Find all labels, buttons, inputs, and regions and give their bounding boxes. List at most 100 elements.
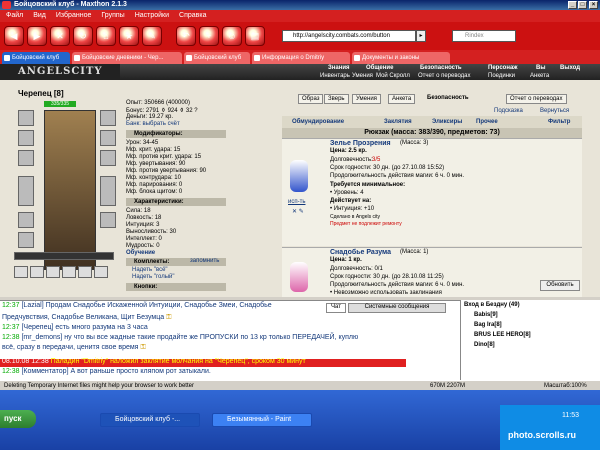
- inv-tab-filter[interactable]: Фильтр: [548, 119, 570, 125]
- char-wisdom: Мудрость: 0: [126, 243, 160, 249]
- menu-groups[interactable]: Группы: [101, 10, 124, 22]
- tab-laws[interactable]: Документы и законы: [352, 52, 450, 64]
- inv-tab-spells[interactable]: Заклятия: [384, 119, 412, 125]
- buttons-header[interactable]: Кнопки:: [126, 283, 226, 291]
- nav-scroll[interactable]: Мой Скролл: [376, 73, 410, 79]
- inv-tab-other[interactable]: Прочее: [476, 119, 498, 125]
- action-skills[interactable]: Умения: [352, 94, 381, 104]
- potion-icon: [290, 160, 308, 192]
- nav-chat[interactable]: Общение: [366, 65, 393, 71]
- page-icon[interactable]: ▤: [245, 26, 265, 46]
- nav-profile[interactable]: Анкета: [530, 73, 549, 79]
- action-profile[interactable]: Анкета: [388, 94, 416, 104]
- item-actions-icon[interactable]: ✕ ✎: [292, 208, 304, 215]
- new-tab-icon[interactable]: +: [199, 26, 219, 46]
- helmet-slot[interactable]: [18, 110, 34, 126]
- tab-combats-2[interactable]: Бойцовский клуб: [184, 52, 250, 64]
- quick-slot-5[interactable]: [78, 266, 92, 278]
- refresh-icon[interactable]: ↻: [73, 26, 93, 46]
- action-security[interactable]: Безопасность: [424, 94, 472, 104]
- inv-tab-elixirs[interactable]: Эликсиры: [432, 119, 462, 125]
- nav-fights[interactable]: Поединки: [488, 73, 515, 79]
- favorites-icon[interactable]: ★: [119, 26, 139, 46]
- mod-antidodge: Мф. против увертывания: 90: [126, 168, 207, 174]
- nav-you[interactable]: Вы: [536, 65, 545, 71]
- nav-transfers[interactable]: Отчет о переводах: [418, 73, 471, 79]
- nav-character[interactable]: Персонаж: [488, 65, 518, 71]
- nav-exit[interactable]: Выход: [560, 65, 580, 71]
- undo-icon[interactable]: ↶: [176, 26, 196, 46]
- nav-knowledge[interactable]: Знания: [328, 65, 350, 71]
- menu-file[interactable]: Файл: [6, 10, 23, 22]
- modifiers-header[interactable]: Модификаторы:: [126, 130, 226, 138]
- menu-help[interactable]: Справка: [179, 10, 206, 22]
- address-input[interactable]: http://angelscity.combats.com/button: [282, 30, 416, 42]
- quick-slot-2[interactable]: [30, 266, 44, 278]
- user-list-item[interactable]: Dino[8]: [474, 342, 495, 348]
- quick-slot-1[interactable]: [14, 266, 28, 278]
- home-icon[interactable]: ⌂: [96, 26, 116, 46]
- potion-icon: [290, 262, 308, 292]
- stat-money: Деньги: 19.27 кр.: [126, 114, 174, 120]
- stop-icon[interactable]: ✕: [50, 26, 70, 46]
- task-paint[interactable]: Безымянный - Paint: [212, 413, 312, 427]
- item-name[interactable]: Зелье Прозрения: [330, 140, 391, 147]
- menu-settings[interactable]: Настройки: [135, 10, 169, 22]
- gloves-slot[interactable]: [100, 130, 116, 146]
- refresh-button[interactable]: Обновить: [540, 280, 580, 291]
- inv-tab-equipment[interactable]: Обмундирование: [292, 119, 344, 125]
- earring-slot[interactable]: [100, 110, 116, 126]
- belt-slot[interactable]: [18, 212, 34, 228]
- tab-combats-1[interactable]: Бойцовский клуб: [2, 52, 70, 64]
- nav-inventory[interactable]: Инвентарь: [320, 73, 350, 79]
- tab-label: Бойцовские дневники - Чер...: [82, 55, 164, 61]
- chat-tab-chat[interactable]: Чат: [326, 303, 346, 313]
- return-button[interactable]: Вернуться: [540, 108, 569, 114]
- back-icon[interactable]: ◀: [4, 26, 24, 46]
- armor-slot[interactable]: [18, 176, 34, 206]
- forward-icon[interactable]: ▶: [27, 26, 47, 46]
- action-transfers[interactable]: Отчет о переводах: [506, 94, 567, 104]
- kits-remember-link[interactable]: запомнить: [190, 258, 219, 264]
- start-button[interactable]: пуск: [0, 410, 36, 428]
- action-image[interactable]: Образ: [298, 94, 324, 104]
- close-button[interactable]: ×: [589, 1, 598, 9]
- boots-slot[interactable]: [100, 212, 116, 228]
- user-list-item[interactable]: Bag Ira[8]: [474, 322, 502, 328]
- menu-view[interactable]: Вид: [33, 10, 46, 22]
- key-icon: ⚿: [166, 314, 172, 321]
- stat-bank[interactable]: Банк: выбрать счёт: [126, 121, 180, 127]
- kit-wear-none[interactable]: Надеть "голый": [132, 274, 175, 280]
- chat-tab-system[interactable]: Системные сообщения: [348, 303, 446, 313]
- ghost-icon[interactable]: ☺: [222, 26, 242, 46]
- kit-wear-all[interactable]: Надеть "всё": [132, 267, 168, 273]
- weapon-slot[interactable]: [18, 150, 34, 166]
- quick-slot-6[interactable]: [94, 266, 108, 278]
- search-input[interactable]: Rindex: [452, 30, 516, 42]
- menu-favorites[interactable]: Избранное: [56, 10, 91, 22]
- legs-slot[interactable]: [100, 176, 116, 206]
- minimize-button[interactable]: _: [568, 1, 577, 9]
- nav-security[interactable]: Безопасность: [420, 65, 462, 71]
- bracer-slot[interactable]: [18, 232, 34, 248]
- item-name[interactable]: Снадобье Разума: [330, 249, 391, 256]
- quick-slot-4[interactable]: [62, 266, 76, 278]
- use-item-link[interactable]: исп-ть: [288, 199, 305, 205]
- tab-info[interactable]: Информация о Dmitriy: [252, 52, 350, 64]
- shield-slot[interactable]: [100, 150, 116, 166]
- user-list-item[interactable]: BRUS LEE HERO[8]: [474, 332, 531, 338]
- training-link[interactable]: Обучение: [126, 250, 155, 256]
- task-browser[interactable]: Бойцовский клуб -...: [100, 413, 200, 427]
- tools-icon[interactable]: ✎: [142, 26, 162, 46]
- char-stamina: Выносливость: 30: [126, 229, 177, 235]
- maximize-button[interactable]: □: [578, 1, 587, 9]
- hint-button[interactable]: Подсказка: [494, 108, 523, 114]
- user-list-item[interactable]: Babis[9]: [474, 312, 498, 318]
- nav-skills[interactable]: Умения: [352, 73, 373, 79]
- quick-slot-3[interactable]: [46, 266, 60, 278]
- action-pet[interactable]: Зверь: [324, 94, 349, 104]
- characteristics-header[interactable]: Характеристики:: [126, 198, 226, 206]
- amulet-slot[interactable]: [18, 130, 34, 146]
- tab-diaries[interactable]: Бойцовские дневники - Чер...: [72, 52, 182, 64]
- go-button[interactable]: ▸: [416, 30, 426, 42]
